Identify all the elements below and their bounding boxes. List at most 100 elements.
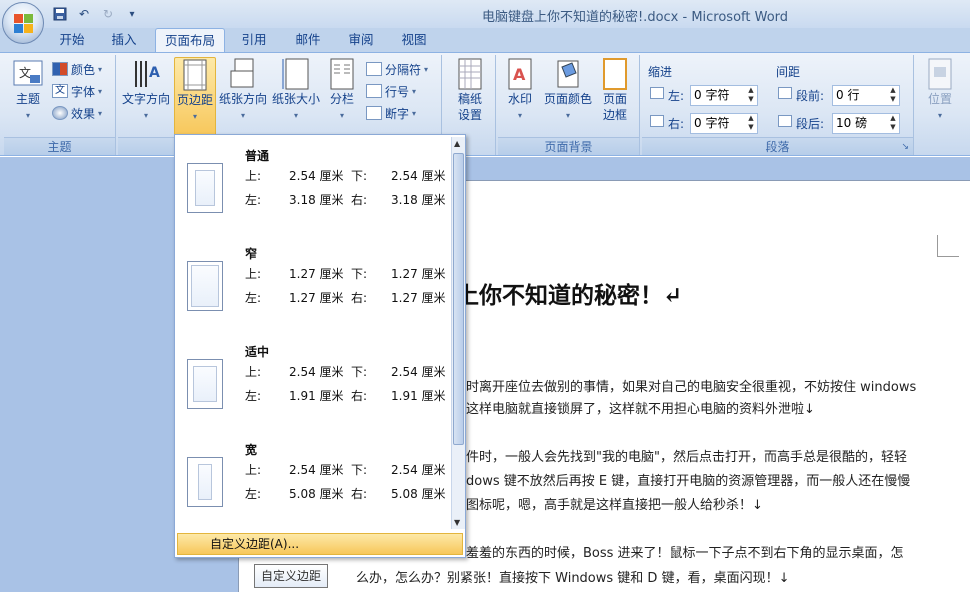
indent-right-field[interactable]: 0 字符 ▲ ▼ (690, 113, 758, 134)
fonts-icon: 文 (52, 84, 68, 98)
arrange-group: 位置 ▾ (916, 55, 970, 155)
ribbon-tabs: 开始 插入 页面布局 引用 邮件 审阅 视图 (0, 28, 970, 52)
svg-text:A: A (513, 65, 526, 84)
margin-preset-narrow[interactable]: 窄 上: 1.27 厘米 下: 1.27 厘米 左: 1.27 厘米 右: 1.… (175, 237, 447, 335)
spacing-after-field[interactable]: 10 磅 ▲ ▼ (832, 113, 900, 134)
colors-button[interactable]: 颜色 ▾ (52, 59, 102, 79)
columns-icon (326, 57, 358, 91)
margin-preset-wide[interactable]: 宽 上: 2.54 厘米 下: 2.54 厘米 左: 5.08 厘米 右: 5.… (175, 433, 447, 531)
indent-title: 缩进 (648, 65, 673, 79)
tab-view[interactable]: 视图 (394, 28, 434, 52)
page-margin-icon (187, 457, 223, 507)
page-background-group-label: 页面背景 (498, 137, 639, 155)
margins-button[interactable]: 页边距 ▾ (174, 57, 216, 137)
page-color-button[interactable]: 页面颜色 ▾ (542, 57, 594, 121)
document-title: 上你不知道的秘密！↵ (456, 282, 683, 309)
page-margin-icon (187, 163, 223, 213)
themes-button[interactable]: 文 主题 ▾ (8, 57, 48, 121)
themes-group: 文 主题 ▾ 颜色 ▾ 文 字体 ▾ 效果 ▾ 主题 (4, 55, 116, 155)
tab-home[interactable]: 开始 (52, 28, 92, 52)
custom-margins-menu-item[interactable]: 自定义边距(A)... (177, 533, 463, 555)
scroll-up-icon[interactable]: ▲ (454, 139, 460, 148)
spacing-title: 间距 (776, 65, 801, 79)
margins-dropdown: 普通 上: 2.54 厘米 下: 2.54 厘米 左: 3.18 厘米 右: 3… (174, 134, 466, 558)
scroll-down-icon[interactable]: ▼ (454, 518, 460, 527)
ribbon: 文 主题 ▾ 颜色 ▾ 文 字体 ▾ 效果 ▾ 主题 A 文字方向 ▾ 页边距 … (0, 52, 970, 156)
paragraph-group: 缩进 间距 左: 0 字符 ▲ ▼ 右: 0 字符 ▲ ▼ 段前: 0 行 ▲ ▼ 段… (642, 55, 914, 155)
text-direction-button[interactable]: A 文字方向 ▾ (120, 57, 172, 121)
paragraph-group-label: 段落 ↘ (642, 137, 913, 155)
draft-paper-icon (454, 57, 486, 91)
office-button[interactable] (2, 2, 44, 44)
line-numbers-button[interactable]: 行号 ▾ (366, 81, 416, 101)
spacing-after-label: 段后: (796, 117, 825, 131)
page-color-icon (552, 57, 584, 91)
draft-paper-button[interactable]: 稿纸 设置 (448, 57, 492, 123)
spinner-icon[interactable]: ▲ ▼ (746, 86, 756, 104)
title-bar: ↶ ↻ ▾ 电脑键盘上你不知道的秘密!.docx - Microsoft Wor… (0, 0, 970, 28)
spacing-before-label: 段前: (796, 89, 825, 103)
size-icon (280, 57, 312, 91)
themes-group-label: 主题 (4, 137, 115, 155)
effects-icon (52, 106, 68, 120)
document-line: dows 键不放然后再按 E 键，直接打开电脑的资源管理器，而一般人还在慢慢 (466, 474, 911, 489)
position-button[interactable]: 位置 ▾ (922, 57, 958, 121)
position-icon (924, 57, 956, 91)
chevron-down-icon: ▾ (25, 111, 30, 120)
tab-mailings[interactable]: 邮件 (288, 28, 328, 52)
margins-icon (179, 58, 211, 92)
indent-left-icon (650, 87, 664, 99)
document-line: 时离开座位去做别的事情，如果对自己的电脑安全很重视，不妨按住 windows (466, 380, 917, 395)
tab-insert[interactable]: 插入 (104, 28, 144, 52)
document-line: 羞羞的东西的时候，Boss 进来了！鼠标一下子点不到右下角的显示桌面，怎 (466, 546, 904, 561)
spinner-icon[interactable]: ▲ ▼ (888, 86, 898, 104)
themes-icon: 文 (12, 57, 44, 91)
hyphenation-button[interactable]: 断字 ▾ (366, 103, 416, 123)
margin-preset-moderate[interactable]: 适中 上: 2.54 厘米 下: 2.54 厘米 左: 1.91 厘米 右: 1… (175, 335, 447, 433)
columns-button[interactable]: 分栏 ▾ (324, 57, 360, 121)
tab-references[interactable]: 引用 (234, 28, 274, 52)
watermark-button[interactable]: A 水印 ▾ (500, 57, 540, 121)
orientation-button[interactable]: 纸张方向 ▾ (218, 57, 268, 121)
watermark-icon: A (504, 57, 536, 91)
indent-right-icon (650, 115, 664, 127)
dropdown-scrollbar[interactable]: ▲ ▼ (451, 137, 465, 529)
svg-text:A: A (149, 65, 160, 81)
page-borders-button[interactable]: 页面 边框 (596, 57, 634, 123)
margin-corner-mark (937, 235, 959, 257)
document-line: 这样电脑就直接锁屏了，这样就不用担心电脑的资料外泄啦↓ (466, 402, 815, 417)
window-title: 电脑键盘上你不知道的秘密!.docx - Microsoft Word (481, 10, 789, 25)
line-numbers-icon (366, 84, 382, 98)
margin-preset-normal[interactable]: 普通 上: 2.54 厘米 下: 2.54 厘米 左: 3.18 厘米 右: 3… (175, 139, 447, 237)
document-line: 件时，一般人会先找到"我的电脑"，然后点击打开，而高手总是很酷的，轻轻 (466, 450, 907, 465)
svg-text:文: 文 (19, 65, 31, 80)
colors-icon (52, 62, 68, 76)
breaks-button[interactable]: 分隔符 ▾ (366, 59, 428, 79)
document-line: 么办，怎么办？别紧张！直接按下 Windows 键和 D 键，看，桌面闪现！↓ (356, 571, 790, 586)
spacing-before-field[interactable]: 0 行 ▲ ▼ (832, 85, 900, 106)
fonts-button[interactable]: 文 字体 ▾ (52, 81, 102, 101)
text-direction-icon: A (130, 57, 162, 91)
effects-button[interactable]: 效果 ▾ (52, 103, 102, 123)
scroll-thumb[interactable] (453, 153, 464, 445)
indent-left-label: 左: (668, 89, 685, 103)
spinner-icon[interactable]: ▲ ▼ (888, 114, 898, 132)
page-margin-icon (187, 261, 223, 311)
orientation-icon (227, 57, 259, 91)
tab-page-layout[interactable]: 页面布局 (155, 28, 225, 52)
indent-right-label: 右: (668, 117, 685, 131)
page-borders-icon (599, 57, 631, 91)
spacing-after-icon (778, 115, 792, 127)
dialog-launcher-icon[interactable]: ↘ (901, 138, 909, 156)
breaks-icon (366, 62, 382, 76)
size-button[interactable]: 纸张大小 ▾ (270, 57, 322, 121)
document-line: 图标呢，嗯，高手就是这样直接把一般人给秒杀！↓ (466, 498, 763, 513)
page-background-group: A 水印 ▾ 页面颜色 ▾ 页面 边框 页面背景 (498, 55, 640, 155)
office-logo-icon (14, 14, 34, 34)
tab-review[interactable]: 审阅 (341, 28, 381, 52)
indent-left-field[interactable]: 0 字符 ▲ ▼ (690, 85, 758, 106)
hyphenation-icon (366, 106, 382, 120)
spinner-icon[interactable]: ▲ ▼ (746, 114, 756, 132)
spacing-before-icon (778, 87, 792, 99)
page-margin-icon (187, 359, 223, 409)
